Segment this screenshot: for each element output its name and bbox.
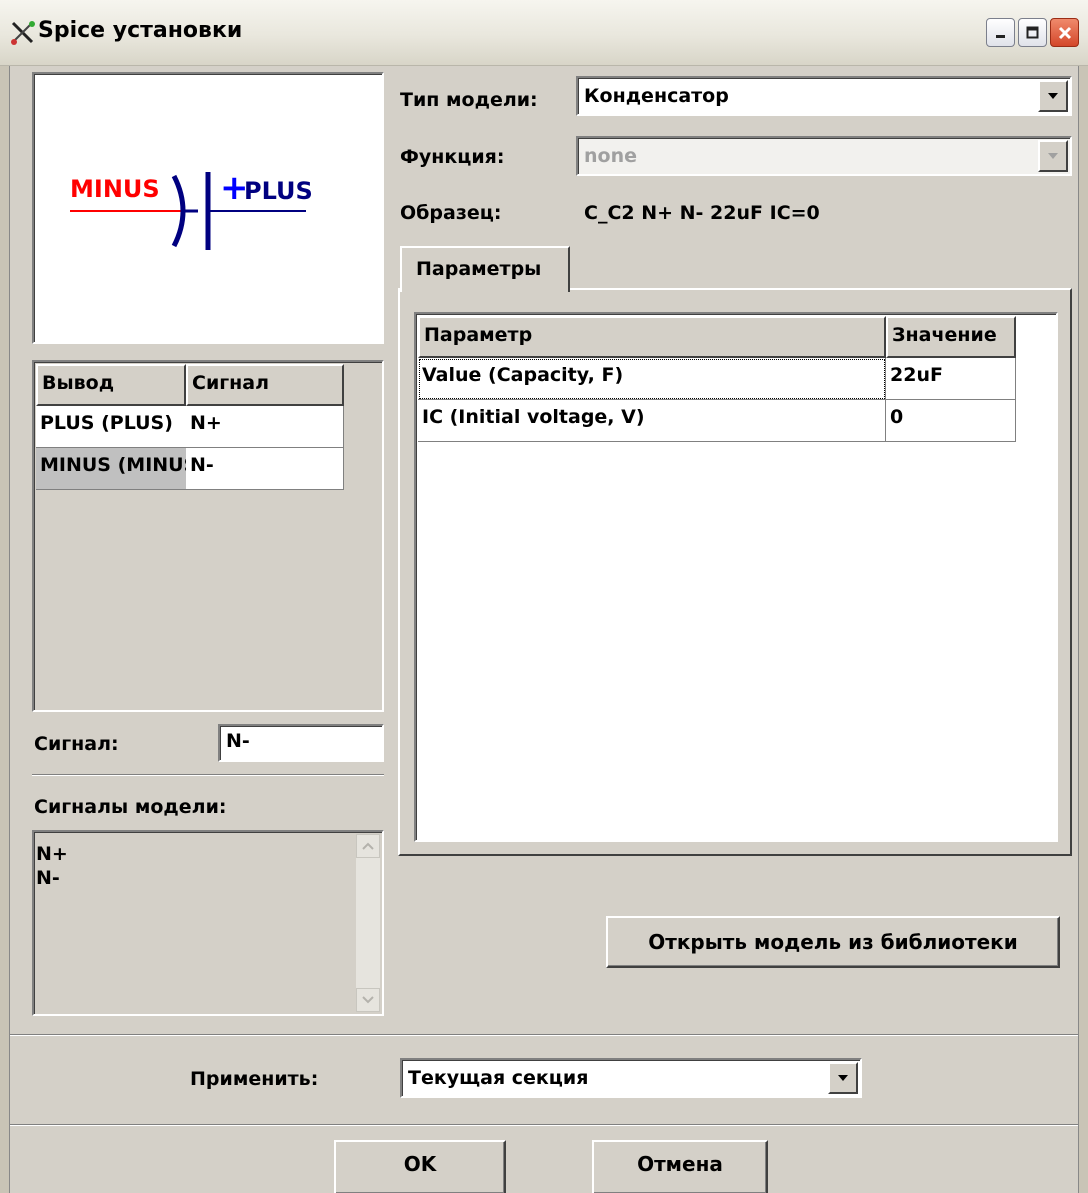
open-model-button-label: Открыть модель из библиотеки [648, 930, 1018, 954]
pin-minus-label: MINUS [70, 175, 160, 203]
cancel-button[interactable]: Отмена [592, 1140, 768, 1193]
close-button[interactable] [1050, 18, 1079, 47]
minimize-icon [995, 34, 1005, 38]
chevron-down-icon [1048, 93, 1058, 99]
scroll-up-button[interactable] [356, 834, 380, 858]
capacitor-symbol: MINUS + PLUS [70, 168, 313, 250]
function-value: none [584, 145, 637, 167]
close-icon [1058, 26, 1071, 39]
function-select[interactable]: none [576, 136, 1072, 176]
sample-label: Образец: [400, 202, 502, 224]
model-signal-item[interactable]: N- [36, 866, 68, 890]
model-type-select[interactable]: Конденсатор [576, 76, 1072, 116]
model-type-label: Тип модели: [400, 89, 538, 111]
signal-input-value: N- [226, 730, 250, 752]
apply-select[interactable]: Текущая секция [400, 1058, 862, 1098]
apply-value: Текущая секция [408, 1067, 589, 1089]
cancel-button-label: Отмена [637, 1152, 723, 1176]
params-header-name[interactable]: Параметр [418, 316, 886, 358]
maximize-button[interactable] [1018, 18, 1047, 47]
params-table: Параметр Значение Value (Capacity, F) 22… [414, 312, 1058, 842]
apply-label: Применить: [190, 1068, 319, 1090]
ok-button[interactable]: OK [334, 1140, 506, 1193]
pin-plus-label: PLUS [244, 177, 313, 205]
signal-input[interactable]: N- [218, 724, 384, 762]
params-header-value[interactable]: Значение [886, 316, 1016, 358]
open-model-from-library-button[interactable]: Открыть модель из библиотеки [606, 916, 1060, 968]
pins-row-2-signal[interactable]: N- [186, 448, 344, 490]
chevron-down-icon [1048, 153, 1058, 159]
tab-parameters-label: Параметры [416, 258, 542, 280]
model-type-value: Конденсатор [584, 85, 729, 107]
scroll-down-icon [362, 996, 374, 1004]
pins-table: Вывод Сигнал PLUS (PLUS) N+ MINUS (MINUS… [32, 360, 384, 712]
scroll-up-icon [362, 842, 374, 850]
params-row-2-name[interactable]: IC (Initial voltage, V) [418, 400, 886, 442]
tab-parameters[interactable]: Параметры [400, 246, 570, 292]
left-separator [32, 774, 384, 776]
pins-row-1-pin[interactable]: PLUS (PLUS) [36, 406, 186, 448]
function-dropdown-button[interactable] [1038, 140, 1068, 172]
model-type-dropdown-button[interactable] [1038, 80, 1068, 112]
model-signals-scrollbar[interactable] [356, 834, 380, 1012]
scroll-down-button[interactable] [356, 988, 380, 1012]
params-row-2-value[interactable]: 0 [886, 400, 1016, 442]
model-signals-list[interactable]: N+ N- [32, 830, 384, 1016]
separator-top [10, 1034, 1078, 1036]
params-row-1-value[interactable]: 22uF [886, 358, 1016, 400]
probe-icon [11, 21, 35, 45]
pins-row-2-pin[interactable]: MINUS (MINUS) [36, 448, 186, 490]
window-title: Spice установки [38, 18, 243, 43]
pins-header-signal[interactable]: Сигнал [186, 364, 344, 406]
function-label: Функция: [400, 146, 505, 168]
pins-header-pin[interactable]: Вывод [36, 364, 186, 406]
sample-value: C_C2 N+ N- 22uF IC=0 [584, 202, 820, 224]
apply-dropdown-button[interactable] [828, 1062, 858, 1094]
separator-bottom [10, 1124, 1078, 1126]
model-signals-label: Сигналы модели: [34, 796, 227, 818]
maximize-icon [1026, 26, 1038, 38]
pins-row-1-signal[interactable]: N+ [186, 406, 344, 448]
model-signal-item[interactable]: N+ [36, 842, 68, 866]
window-frame-right [1078, 66, 1088, 1193]
symbol-preview: MINUS + PLUS [32, 72, 384, 344]
minimize-button[interactable] [986, 18, 1015, 47]
params-row-1-name[interactable]: Value (Capacity, F) [418, 358, 886, 400]
ok-button-label: OK [403, 1152, 437, 1176]
signal-label: Сигнал: [34, 733, 119, 755]
chevron-down-icon [838, 1075, 848, 1081]
window-frame-left [0, 66, 10, 1193]
